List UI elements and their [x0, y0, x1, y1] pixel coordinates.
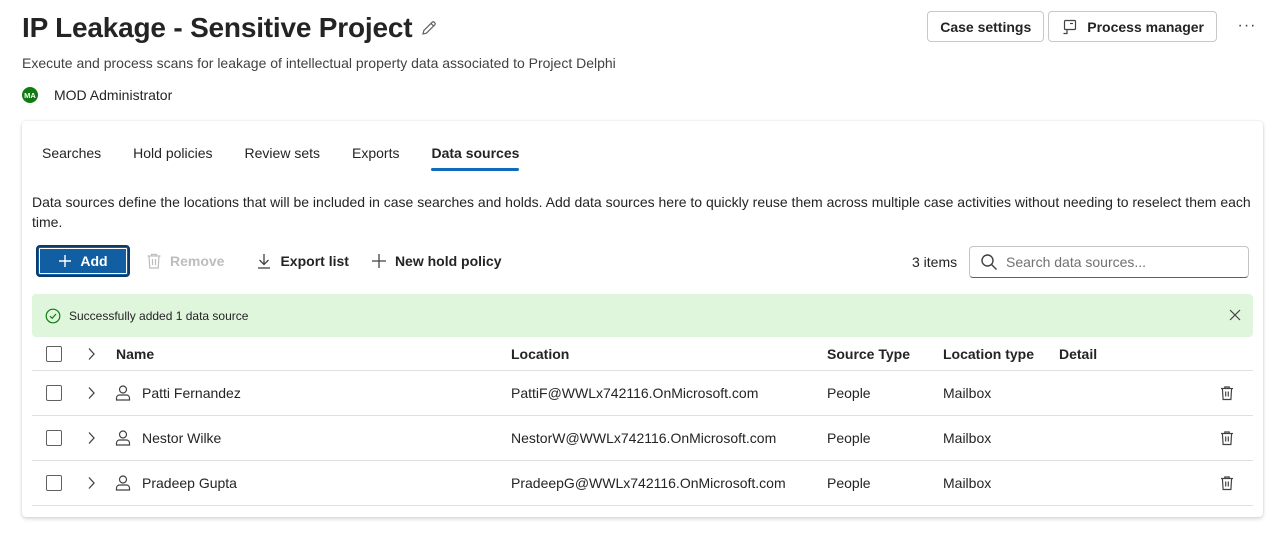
expand-all-cell — [86, 337, 96, 370]
select-all-checkbox[interactable] — [46, 345, 62, 362]
download-icon — [256, 252, 272, 270]
banner-message: Successfully added 1 data source — [69, 308, 249, 323]
search-input[interactable] — [1006, 254, 1236, 270]
table-header: Name Location Source Type Location type … — [32, 337, 1253, 371]
page-title: IP Leakage - Sensitive Project — [22, 12, 413, 43]
header-actions: Case settings Process manager — [927, 11, 1217, 42]
trash-icon — [146, 252, 162, 270]
plus-icon — [58, 254, 72, 268]
row-source-type: People — [827, 430, 871, 446]
row-location: NestorW@WWLx742116.OnMicrosoft.com — [511, 430, 777, 446]
row-location-type: Mailbox — [943, 475, 992, 491]
row-checkbox[interactable] — [46, 385, 62, 401]
avatar: MA — [22, 87, 38, 103]
new-hold-policy-label: New hold policy — [394, 253, 502, 269]
row-source-type: People — [827, 385, 871, 401]
remove-label: Remove — [170, 253, 225, 269]
item-count: 3 items — [912, 254, 958, 270]
person-icon — [114, 474, 132, 492]
chevron-right-icon[interactable] — [86, 476, 96, 490]
row-location: PattiF@WWLx742116.OnMicrosoft.com — [511, 385, 759, 401]
tab-description: Data sources define the locations that w… — [32, 194, 1251, 230]
row-location-type: Mailbox — [943, 430, 992, 446]
select-all-cell — [46, 337, 62, 370]
person-icon — [114, 429, 132, 447]
trash-icon[interactable] — [1220, 385, 1234, 401]
tab-list: Searches Hold policies Review sets Expor… — [32, 135, 541, 171]
row-name: Pradeep Gupta — [142, 475, 237, 491]
process-manager-button[interactable]: Process manager — [1048, 11, 1217, 42]
export-list-label: Export list — [280, 253, 349, 269]
row-select-cell — [46, 461, 62, 505]
row-location: PradeepG@WWLx742116.OnMicrosoft.com — [511, 475, 786, 491]
row-source-type: People — [827, 475, 871, 491]
add-button[interactable]: Add — [36, 245, 130, 277]
checkmark-circle-icon — [45, 308, 61, 324]
case-owner: MA MOD Administrator — [22, 87, 172, 103]
row-name-cell: Pradeep Gupta — [114, 461, 237, 505]
trash-icon[interactable] — [1220, 430, 1234, 446]
row-select-cell — [46, 416, 62, 460]
add-label: Add — [80, 253, 108, 269]
column-header-source-type[interactable]: Source Type — [827, 337, 910, 370]
plus-icon — [371, 253, 387, 269]
row-name-cell: Patti Fernandez — [114, 371, 241, 415]
tab-data-sources[interactable]: Data sources — [421, 135, 529, 171]
export-list-button[interactable]: Export list — [248, 245, 356, 277]
row-checkbox[interactable] — [46, 475, 62, 491]
row-checkbox[interactable] — [46, 430, 62, 446]
tab-searches[interactable]: Searches — [32, 135, 111, 171]
remove-button[interactable]: Remove — [138, 245, 232, 277]
row-name-cell: Nestor Wilke — [114, 416, 221, 460]
content-card: Searches Hold policies Review sets Expor… — [22, 121, 1263, 517]
row-select-cell — [46, 371, 62, 415]
success-banner: Successfully added 1 data source — [32, 294, 1253, 337]
row-delete-cell — [1220, 461, 1234, 505]
table-row[interactable]: Nestor Wilke NestorW@WWLx742116.OnMicros… — [32, 416, 1253, 461]
column-header-location[interactable]: Location — [511, 337, 569, 370]
chevron-right-icon[interactable] — [86, 347, 96, 361]
row-location-type: Mailbox — [943, 385, 992, 401]
command-bar: Add Remove Export list New hold policy — [36, 245, 510, 277]
search-box[interactable] — [969, 246, 1249, 278]
row-delete-cell — [1220, 371, 1234, 415]
more-options-button[interactable]: ··· — [1235, 14, 1259, 38]
row-expand-cell — [86, 416, 96, 460]
chevron-right-icon[interactable] — [86, 431, 96, 445]
page-subtitle: Execute and process scans for leakage of… — [22, 55, 616, 71]
row-delete-cell — [1220, 416, 1234, 460]
more-icon: ··· — [1237, 17, 1257, 34]
column-header-detail[interactable]: Detail — [1059, 337, 1097, 370]
row-expand-cell — [86, 371, 96, 415]
row-expand-cell — [86, 461, 96, 505]
case-settings-label: Case settings — [940, 18, 1032, 35]
owner-name: MOD Administrator — [54, 87, 173, 103]
tab-hold-policies[interactable]: Hold policies — [123, 135, 222, 171]
column-header-name[interactable]: Name — [116, 337, 154, 370]
person-icon — [114, 384, 132, 402]
search-icon — [980, 253, 998, 271]
tab-exports[interactable]: Exports — [342, 135, 409, 171]
table-row[interactable]: Patti Fernandez PattiF@WWLx742116.OnMicr… — [32, 371, 1253, 416]
pencil-icon[interactable] — [420, 19, 438, 37]
trash-icon[interactable] — [1220, 475, 1234, 491]
row-name: Nestor Wilke — [142, 430, 222, 446]
row-name: Patti Fernandez — [142, 385, 241, 401]
case-settings-button[interactable]: Case settings — [927, 11, 1045, 42]
process-manager-icon — [1061, 18, 1079, 36]
tab-review-sets[interactable]: Review sets — [235, 135, 330, 171]
column-header-location-type[interactable]: Location type — [943, 337, 1034, 370]
chevron-right-icon[interactable] — [86, 386, 96, 400]
new-hold-policy-button[interactable]: New hold policy — [363, 245, 510, 277]
close-icon[interactable] — [1228, 308, 1242, 322]
process-manager-label: Process manager — [1087, 18, 1204, 35]
table-row[interactable]: Pradeep Gupta PradeepG@WWLx742116.OnMicr… — [32, 461, 1253, 506]
data-sources-table: Name Location Source Type Location type … — [32, 337, 1253, 506]
